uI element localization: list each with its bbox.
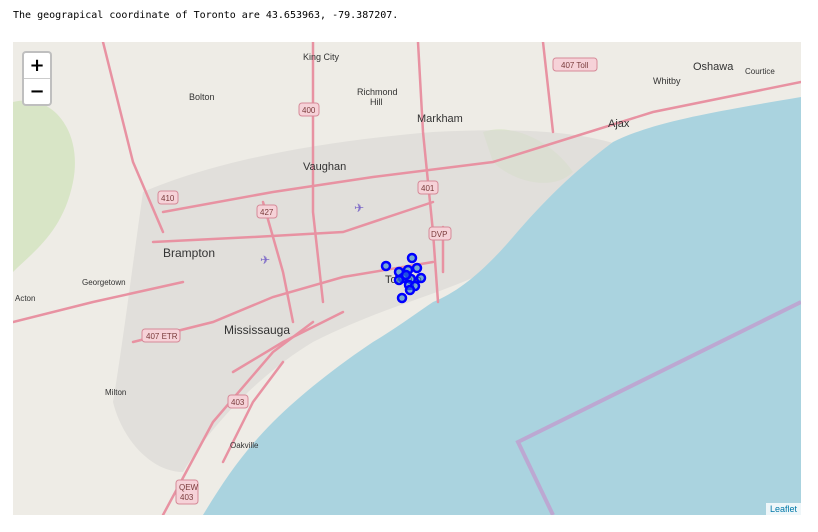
svg-text:DVP: DVP bbox=[431, 230, 447, 239]
highway-shield: 401 bbox=[417, 180, 439, 195]
place-label: Richmond bbox=[357, 87, 398, 97]
svg-text:401: 401 bbox=[421, 184, 435, 193]
zoom-in-button[interactable]: + bbox=[24, 53, 50, 78]
highway-shield: 407 Toll bbox=[552, 57, 598, 72]
highway-shield: 427 bbox=[256, 204, 278, 219]
svg-text:427: 427 bbox=[260, 208, 274, 217]
circle-marker[interactable] bbox=[404, 284, 416, 296]
svg-text:410: 410 bbox=[161, 194, 175, 203]
svg-text:403: 403 bbox=[231, 398, 245, 407]
place-label: Acton bbox=[15, 294, 35, 303]
highway-shield: 400 bbox=[298, 102, 320, 117]
svg-text:407 Toll: 407 Toll bbox=[561, 61, 589, 70]
place-label: Whitby bbox=[653, 76, 681, 86]
svg-text:✈: ✈ bbox=[354, 201, 364, 215]
place-label: Georgetown bbox=[82, 278, 126, 287]
output-text: The geograpical coordinate of Toronto ar… bbox=[13, 10, 399, 21]
place-label: Mississauga bbox=[224, 323, 290, 337]
place-label: Hill bbox=[370, 97, 383, 107]
place-label: Oshawa bbox=[693, 61, 734, 73]
place-label: Vaughan bbox=[303, 161, 346, 173]
airplane-icon: ✈ bbox=[354, 201, 364, 215]
circle-marker[interactable] bbox=[415, 272, 427, 284]
highway-shield: DVP bbox=[428, 226, 452, 241]
airplane-icon: ✈ bbox=[260, 253, 270, 267]
svg-text:✈: ✈ bbox=[260, 253, 270, 267]
svg-text:407 ETR: 407 ETR bbox=[146, 332, 178, 341]
circle-marker[interactable] bbox=[400, 269, 412, 281]
zoom-out-button[interactable]: − bbox=[24, 78, 50, 104]
svg-text:403: 403 bbox=[180, 493, 194, 502]
place-label: Milton bbox=[105, 388, 126, 397]
place-label: Brampton bbox=[163, 246, 215, 260]
place-label: Markham bbox=[417, 113, 463, 125]
circle-marker[interactable] bbox=[411, 262, 423, 274]
zoom-control: + − bbox=[22, 51, 52, 106]
highway-shield: 407 ETR bbox=[141, 328, 181, 343]
leaflet-attribution-link[interactable]: Leaflet bbox=[765, 503, 801, 515]
svg-text:400: 400 bbox=[302, 106, 316, 115]
circle-marker[interactable] bbox=[406, 252, 418, 264]
map[interactable]: ✈ ✈ 407 Toll 400 410 427 401 DVP 407 ETR… bbox=[13, 42, 801, 515]
highway-shield: 403 bbox=[227, 394, 249, 409]
place-label: Oakville bbox=[230, 441, 259, 450]
place-label: Courtice bbox=[745, 67, 775, 76]
map-tiles[interactable]: ✈ ✈ 407 Toll 400 410 427 401 DVP 407 ETR… bbox=[13, 42, 801, 515]
svg-text:QEW: QEW bbox=[179, 483, 199, 492]
place-label: King City bbox=[303, 52, 340, 62]
highway-shield: QEW 403 bbox=[175, 479, 199, 505]
place-label: Ajax bbox=[608, 118, 630, 130]
place-label: Bolton bbox=[189, 92, 215, 102]
circle-marker[interactable] bbox=[380, 260, 392, 272]
highway-shield: 410 bbox=[157, 190, 179, 205]
circle-marker[interactable] bbox=[396, 292, 408, 304]
